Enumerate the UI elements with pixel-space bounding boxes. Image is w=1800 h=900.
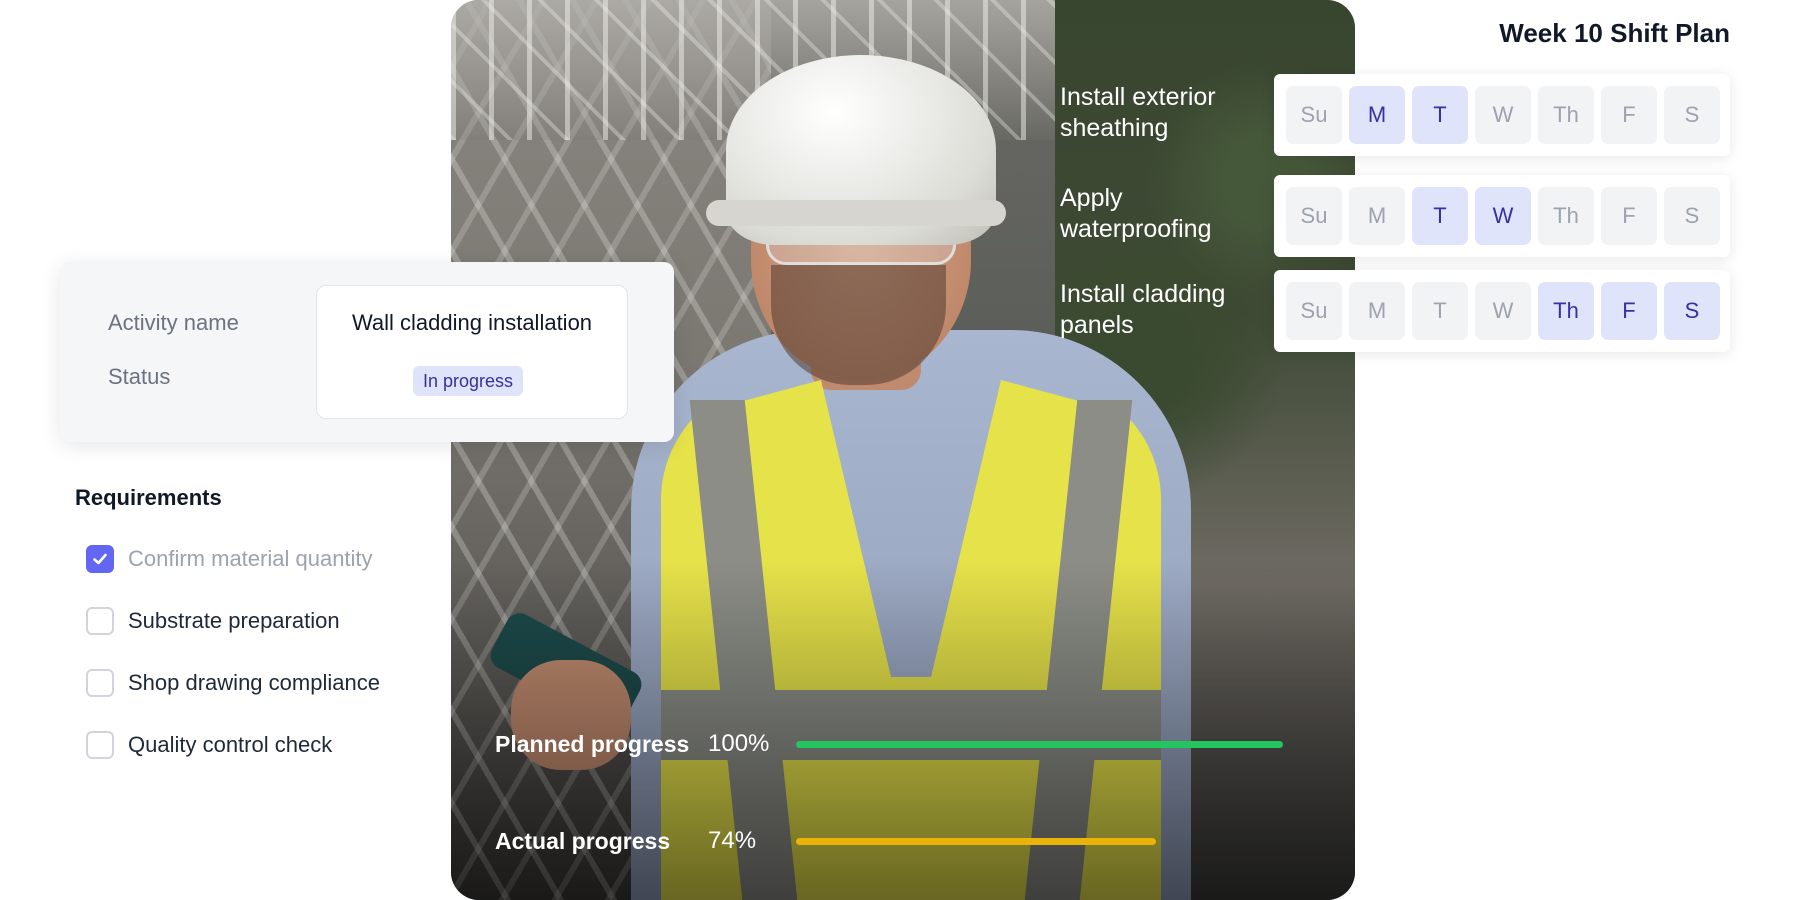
shift-task-label: Apply waterproofing <box>1060 184 1212 243</box>
day-toggle[interactable]: Th <box>1538 282 1594 340</box>
actual-progress-row: Actual progress 74% <box>495 827 1283 855</box>
requirement-checkbox[interactable] <box>86 545 114 573</box>
day-toggle[interactable]: S <box>1664 187 1720 245</box>
requirement-checkbox[interactable] <box>86 669 114 697</box>
planned-progress-bar <box>796 740 1283 748</box>
actual-progress-label: Actual progress <box>495 827 671 854</box>
status-label: Status <box>108 364 171 389</box>
day-selector: Su M T W Th F S <box>1274 175 1730 257</box>
day-toggle[interactable]: T <box>1412 187 1468 245</box>
actual-progress-value: 74% <box>708 827 757 854</box>
day-toggle[interactable]: F <box>1601 187 1657 245</box>
planned-progress-row: Planned progress 100% <box>495 730 1283 758</box>
requirement-item[interactable]: Confirm material quantity <box>86 545 373 573</box>
requirement-item[interactable]: Quality control check <box>86 731 332 759</box>
shift-task-label: Install cladding panels <box>1060 280 1226 339</box>
day-toggle[interactable]: M <box>1349 282 1405 340</box>
day-selector: Su M T W Th F S <box>1274 74 1730 156</box>
day-selector: Su M T W Th F S <box>1274 270 1730 352</box>
day-toggle[interactable]: S <box>1664 282 1720 340</box>
requirement-label: Confirm material quantity <box>128 546 373 571</box>
day-toggle[interactable]: S <box>1664 86 1720 144</box>
shift-task-label: Install exterior sheathing <box>1060 83 1216 142</box>
day-toggle[interactable]: W <box>1475 86 1531 144</box>
requirement-label: Shop drawing compliance <box>128 670 380 695</box>
requirements-title: Requirements <box>75 485 222 510</box>
planned-progress-value: 100% <box>708 730 770 757</box>
actual-progress-bar <box>796 837 1283 845</box>
day-toggle[interactable]: W <box>1475 282 1531 340</box>
planned-progress-fill <box>796 740 1283 748</box>
activity-details-box: Wall cladding installation In progress <box>316 285 628 419</box>
shift-plan-title: Week 10 Shift Plan <box>1499 18 1730 48</box>
planned-progress-label: Planned progress <box>495 730 690 757</box>
activity-name-value: Wall cladding installation <box>351 310 593 335</box>
day-toggle[interactable]: F <box>1601 282 1657 340</box>
day-toggle[interactable]: M <box>1349 86 1405 144</box>
requirement-checkbox[interactable] <box>86 607 114 635</box>
requirement-label: Quality control check <box>128 732 333 757</box>
requirement-item[interactable]: Shop drawing compliance <box>86 669 380 697</box>
requirement-checkbox[interactable] <box>86 731 114 759</box>
day-toggle[interactable]: Su <box>1286 282 1342 340</box>
activity-name-label: Activity name <box>108 310 239 335</box>
day-toggle[interactable]: F <box>1601 86 1657 144</box>
checkmark-icon <box>93 553 107 565</box>
day-toggle[interactable]: Th <box>1538 187 1594 245</box>
day-toggle[interactable]: Th <box>1538 86 1594 144</box>
day-toggle[interactable]: T <box>1412 86 1468 144</box>
actual-progress-fill <box>796 837 1157 845</box>
day-toggle[interactable]: T <box>1412 282 1468 340</box>
day-toggle[interactable]: Su <box>1286 86 1342 144</box>
status-badge: In progress <box>413 366 524 396</box>
activity-card: Activity name Status Wall cladding insta… <box>60 262 674 442</box>
day-toggle[interactable]: M <box>1349 187 1405 245</box>
requirement-item[interactable]: Substrate preparation <box>86 607 340 635</box>
day-toggle[interactable]: Su <box>1286 187 1342 245</box>
requirement-label: Substrate preparation <box>128 608 340 633</box>
day-toggle[interactable]: W <box>1475 187 1531 245</box>
